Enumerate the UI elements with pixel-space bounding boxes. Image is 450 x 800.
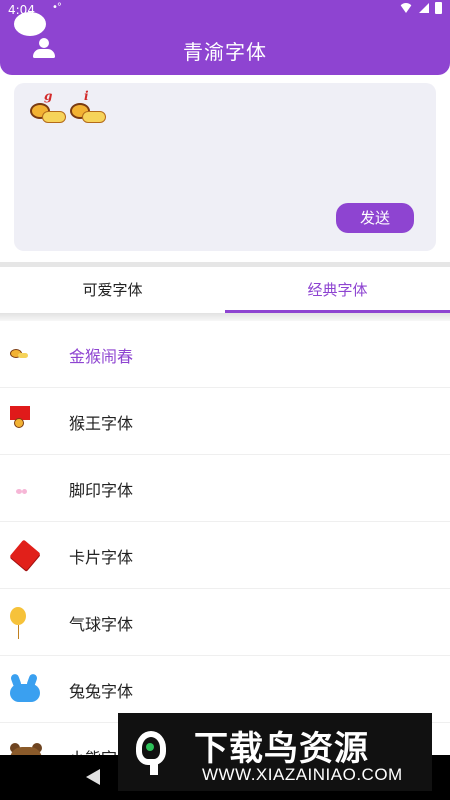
- list-item[interactable]: 脚印字体: [0, 455, 450, 522]
- monkey-glyph: g: [28, 89, 66, 131]
- monkey-icon: [8, 339, 42, 371]
- overlay-bubble: [14, 12, 46, 36]
- font-category-tabs: 可爱字体 经典字体: [0, 267, 450, 313]
- back-icon[interactable]: [86, 769, 100, 785]
- font-name: 金猴闹春: [69, 347, 134, 366]
- page-title: 青渝字体: [183, 40, 267, 64]
- send-button[interactable]: 发送: [336, 203, 414, 233]
- font-name: 脚印字体: [69, 481, 134, 500]
- tabs-shadow: [0, 313, 450, 321]
- status-bar: 4:04 •°: [0, 0, 450, 22]
- list-item[interactable]: 气球字体: [0, 589, 450, 656]
- list-item[interactable]: 金猴闹春: [0, 321, 450, 388]
- bird-logo-icon: [132, 729, 176, 779]
- font-preview-card: g i 发送: [14, 83, 436, 251]
- app-header: 4:04 •° 青渝字体: [0, 0, 450, 75]
- font-name: 卡片字体: [69, 548, 134, 567]
- list-item[interactable]: 猴王字体: [0, 388, 450, 455]
- balloon-icon: [8, 607, 42, 639]
- status-icons: [399, 2, 442, 14]
- battery-icon: [435, 2, 442, 14]
- monkey-glyph: i: [68, 89, 106, 131]
- wifi-icon: [399, 3, 413, 13]
- list-item[interactable]: 卡片字体: [0, 522, 450, 589]
- rabbit-icon: [8, 673, 42, 706]
- notification-dots: •°: [52, 2, 62, 13]
- preview-sample-text: g i: [28, 89, 106, 131]
- tab-cute-fonts[interactable]: 可爱字体: [0, 267, 225, 313]
- font-name: 猴王字体: [69, 414, 134, 433]
- red-card-icon: [8, 539, 42, 572]
- watermark-title: 下载鸟资源: [194, 729, 369, 769]
- monkey-king-flag-icon: [8, 406, 42, 438]
- signal-icon: [419, 3, 429, 13]
- footprint-icon: [8, 473, 42, 505]
- tab-classic-fonts[interactable]: 经典字体: [225, 267, 450, 313]
- glyph-letter: i: [84, 89, 89, 103]
- watermark-url: WWW.XIAZAINIAO.COM: [202, 765, 403, 784]
- glyph-letter: g: [44, 89, 53, 103]
- font-name: 兔兔字体: [69, 682, 134, 701]
- watermark-banner: 下载鸟资源 WWW.XIAZAINIAO.COM: [118, 713, 432, 791]
- font-name: 气球字体: [69, 615, 134, 634]
